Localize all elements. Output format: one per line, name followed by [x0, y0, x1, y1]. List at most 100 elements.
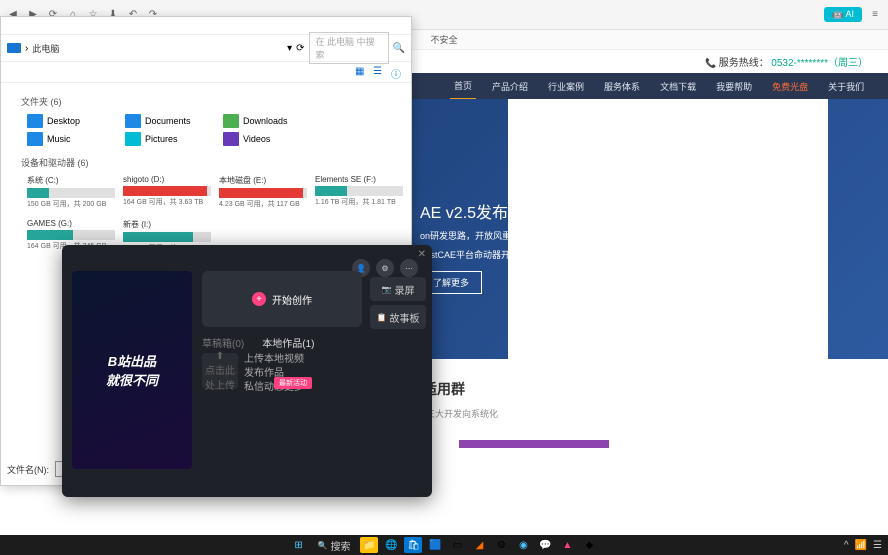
drive-fill: [123, 232, 193, 242]
tab-drafts[interactable]: 草稿箱(0): [202, 335, 244, 350]
nav-service[interactable]: 服务体系: [600, 74, 644, 99]
nav-cases[interactable]: 行业案例: [544, 74, 588, 99]
wechat-icon[interactable]: 💬: [536, 537, 554, 553]
upload-title: 上传本地视频: [244, 353, 310, 367]
search-icon[interactable]: 🔍: [393, 43, 405, 54]
tray-network-icon[interactable]: 📶: [855, 540, 867, 551]
explorer-taskbar-icon[interactable]: 📁: [360, 537, 378, 553]
nav-help[interactable]: 我要帮助: [712, 74, 756, 99]
filename-label: 文件名(N):: [7, 463, 49, 476]
drive-bar: [315, 186, 403, 196]
tray-chevron-icon[interactable]: ^: [844, 540, 849, 551]
app-icon-6[interactable]: ◆: [580, 537, 598, 553]
taskbar-search[interactable]: 🔍 搜索: [312, 538, 357, 553]
ai-button[interactable]: 🤖 AI: [824, 7, 862, 22]
downloads-icon: [223, 114, 239, 128]
drive-bar: [27, 230, 115, 240]
lib-desktop[interactable]: Desktop: [27, 114, 117, 128]
upload-tile[interactable]: ⬆点击此处上传: [202, 353, 238, 389]
drive-name: Elements SE (F:): [315, 175, 403, 184]
videos-icon: [223, 132, 239, 146]
drive-name: GAMES (G:): [27, 219, 115, 228]
app-icon-1[interactable]: 🟦: [426, 537, 444, 553]
drive-fill: [315, 186, 347, 196]
lib-pictures[interactable]: Pictures: [125, 132, 215, 146]
explorer-body: 文件夹 (6) Desktop Documents Downloads Musi…: [1, 83, 411, 267]
drives-section-label: 设备和驱动器 (6): [21, 156, 405, 169]
system-tray: ^ 📶 ☰: [844, 540, 882, 551]
drive-fill: [123, 186, 207, 196]
close-icon[interactable]: ✕: [418, 249, 426, 260]
nav-docs[interactable]: 文档下载: [656, 74, 700, 99]
drive-bar: [27, 188, 115, 198]
gear-icon[interactable]: ⚙: [376, 259, 394, 277]
lib-downloads[interactable]: Downloads: [223, 114, 313, 128]
libs-section-label: 文件夹 (6): [21, 95, 405, 108]
drive-bar: [123, 232, 211, 242]
nav-home[interactable]: 首页: [450, 73, 476, 100]
app-icon-2[interactable]: ▭: [448, 537, 466, 553]
refresh-icon[interactable]: ⟳: [296, 43, 304, 54]
dropdown-icon[interactable]: ▾: [287, 43, 292, 54]
nav-free[interactable]: 免费光盘: [768, 74, 812, 99]
app-icon-4[interactable]: ◉: [514, 537, 532, 553]
activity-badge: 最新活动: [274, 377, 312, 389]
lib-music[interactable]: Music: [27, 132, 117, 146]
info-icon[interactable]: ⓘ: [391, 66, 403, 78]
app-icon-3[interactable]: ◢: [470, 537, 488, 553]
drive-info: 150 GB 可用，共 200 GB: [27, 199, 115, 209]
creator-panel: ✕ 👤 ⚙ ⋯ B站出品 就很不同 + 开始创作 📷 录屏 📋 故事板 草稿箱(…: [62, 245, 432, 497]
folder-icon: [7, 43, 21, 53]
pictures-icon: [125, 132, 141, 146]
drive-item[interactable]: shigoto (D:) 164 GB 可用，共 3.63 TB: [123, 175, 211, 209]
chevron-right-icon: ›: [25, 43, 28, 54]
nav-about[interactable]: 关于我们: [824, 74, 868, 99]
app-icon-5[interactable]: ▲: [558, 537, 576, 553]
lib-documents[interactable]: Documents: [125, 114, 215, 128]
drive-item[interactable]: 本地磁盘 (E:) 4.23 GB 可用，共 117 GB: [219, 175, 307, 209]
documents-icon: [125, 114, 141, 128]
hero-image-box: [508, 99, 828, 359]
steam-icon[interactable]: ⚙: [492, 537, 510, 553]
drive-item[interactable]: 系统 (C:) 150 GB 可用，共 200 GB: [27, 175, 115, 209]
view-icon[interactable]: ▦: [355, 66, 367, 78]
drive-fill: [27, 230, 73, 240]
tabs: 草稿箱(0) 本地作品(1): [202, 335, 314, 350]
start-button[interactable]: ⊞: [290, 537, 308, 553]
plus-icon: +: [252, 292, 266, 306]
menu-icon[interactable]: ≡: [868, 8, 882, 22]
drive-bar: [123, 186, 211, 196]
tray-more-icon[interactable]: ☰: [873, 540, 882, 551]
promo-panel: B站出品 就很不同: [72, 271, 192, 469]
drive-item[interactable]: Elements SE (F:) 1.16 TB 可用，共 1.81 TB: [315, 175, 403, 209]
drive-name: 系统 (C:): [27, 175, 115, 186]
storyboard-button[interactable]: 📋 故事板: [370, 305, 426, 329]
upload-icon: ⬆点击此处上传: [202, 351, 238, 392]
drive-name: 本地磁盘 (E:): [219, 175, 307, 186]
store-icon[interactable]: 🛍: [404, 537, 422, 553]
drive-info: 164 GB 可用，共 3.63 TB: [123, 197, 211, 207]
hero-title: AE v2.5发布，: [420, 199, 547, 223]
tab-local[interactable]: 本地作品(1): [262, 335, 314, 350]
hero-text: AE v2.5发布， on研发思路，开放风重引时特征 FastCAE平台命动器开…: [420, 199, 547, 294]
record-button[interactable]: 📷 录屏: [370, 277, 426, 301]
desktop-icon: [27, 114, 43, 128]
details-icon[interactable]: ☰: [373, 66, 385, 78]
drive-fill: [27, 188, 49, 198]
more-icon[interactable]: ⋯: [400, 259, 418, 277]
lib-videos[interactable]: Videos: [223, 132, 313, 146]
hotline-label: 服务热线：: [719, 58, 769, 69]
nav-products[interactable]: 产品介绍: [488, 74, 532, 99]
explorer-search[interactable]: 在 此电脑 中搜索: [309, 32, 389, 64]
explorer-nav: › 此电脑 ▾ ⟳ 在 此电脑 中搜索 🔍: [1, 35, 411, 61]
path-text[interactable]: 此电脑: [32, 42, 59, 55]
create-button[interactable]: + 开始创作: [202, 271, 362, 327]
hero-line2: FastCAE平台命动器开源，为您: [420, 248, 547, 261]
edge-icon[interactable]: 🌐: [382, 537, 400, 553]
create-label: 开始创作: [272, 292, 312, 307]
promo-line1: B站出品: [108, 351, 156, 370]
drive-name: shigoto (D:): [123, 175, 211, 184]
promo-line2: 就很不同: [106, 370, 158, 389]
libs-grid: Desktop Documents Downloads Music Pictur…: [7, 114, 405, 146]
panel-icons: 👤 ⚙ ⋯: [352, 259, 418, 277]
